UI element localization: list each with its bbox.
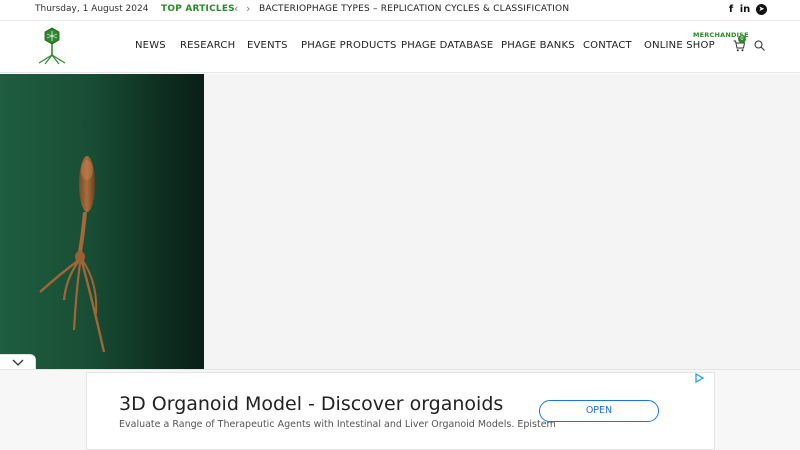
nav-events[interactable]: EVENTS xyxy=(247,40,288,51)
ad-choices-icon[interactable] xyxy=(694,373,704,383)
nav-online-shop[interactable]: ONLINE SHOP xyxy=(644,40,715,51)
search-icon[interactable] xyxy=(754,40,765,51)
top-articles-label: TOP ARTICLES xyxy=(161,4,235,14)
nav-phage-database[interactable]: PHAGE DATABASE xyxy=(401,40,493,51)
facebook-icon[interactable]: f xyxy=(725,3,737,16)
bacteriophage-illustration xyxy=(39,156,106,353)
top-article-headline-link[interactable]: BACTERIOPHAGE TYPES – REPLICATION CYCLES… xyxy=(259,4,569,14)
ad-description: Evaluate a Range of Therapeutic Agents w… xyxy=(119,419,556,430)
nav-phage-products[interactable]: PHAGE PRODUCTS xyxy=(301,40,397,51)
cart-count-badge: 0 xyxy=(738,35,746,43)
bacteriophage-hero-image xyxy=(0,74,204,369)
collapse-ad-button[interactable] xyxy=(0,354,36,370)
top-bar: Thursday, 1 August 2024 TOP ARTICLES ‹ ›… xyxy=(0,0,800,21)
next-article-button[interactable]: › xyxy=(246,3,250,15)
current-date: Thursday, 1 August 2024 xyxy=(35,4,149,14)
main-header: NEWS RESEARCH EVENTS PHAGE PRODUCTS PHAG… xyxy=(0,21,800,73)
ad-open-button[interactable]: OPEN xyxy=(539,400,659,422)
nav-research[interactable]: RESEARCH xyxy=(180,40,235,51)
hero-content-area xyxy=(204,74,800,369)
telegram-icon[interactable]: ➤ xyxy=(756,4,767,15)
site-logo-icon[interactable] xyxy=(35,27,69,65)
ad-title[interactable]: 3D Organoid Model - Discover organoids xyxy=(119,393,503,415)
nav-news[interactable]: NEWS xyxy=(135,40,166,51)
nav-phage-banks[interactable]: PHAGE BANKS xyxy=(501,40,575,51)
advertisement-banner[interactable]: 3D Organoid Model - Discover organoids E… xyxy=(86,372,715,450)
linkedin-icon[interactable]: in xyxy=(738,3,752,16)
nav-contact[interactable]: CONTACT xyxy=(583,40,632,51)
prev-article-button[interactable]: ‹ xyxy=(234,3,238,15)
